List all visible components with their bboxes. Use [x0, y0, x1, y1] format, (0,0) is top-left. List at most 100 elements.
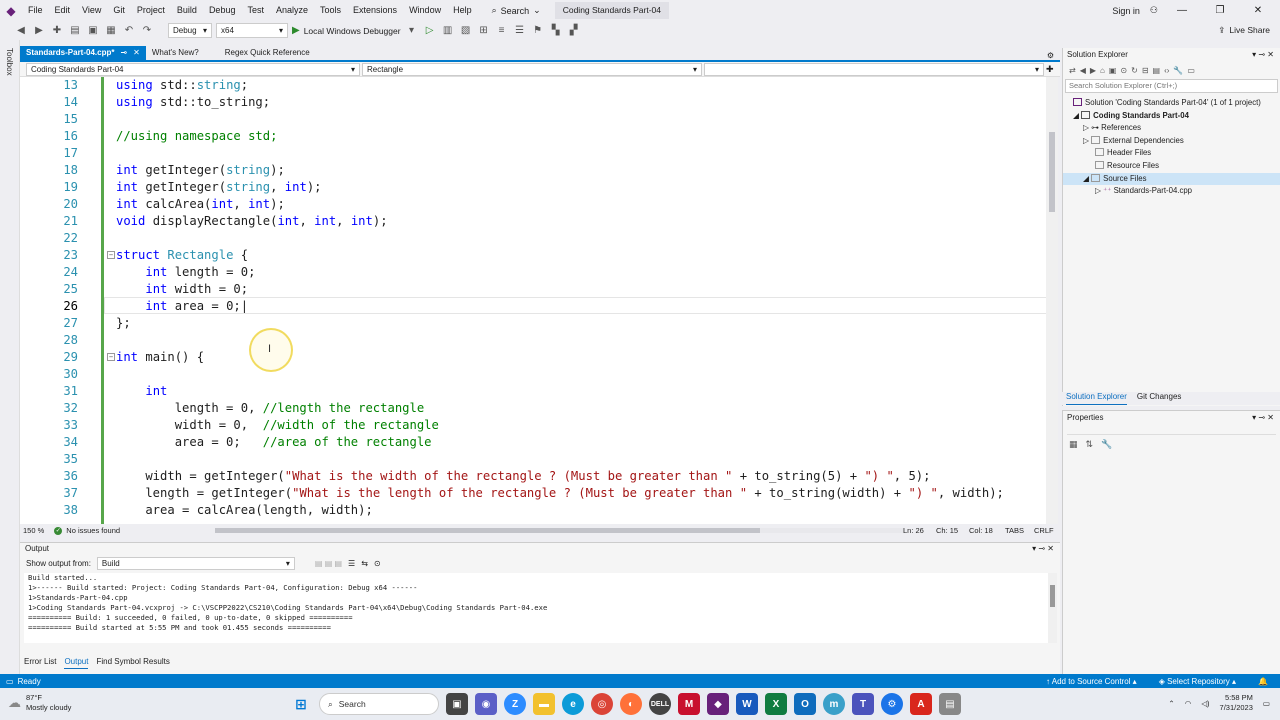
- menu-help[interactable]: Help: [447, 0, 478, 21]
- toolbar-icon[interactable]: ⊞: [477, 24, 491, 38]
- settings-app-icon[interactable]: ⚙: [881, 693, 903, 715]
- close-button[interactable]: ✕: [1244, 5, 1272, 16]
- zoom-app-icon[interactable]: Z: [504, 693, 526, 715]
- pane-controls-icon[interactable]: ▾ ⊸ ✕: [1252, 48, 1274, 62]
- tabs-status[interactable]: TABS: [1005, 526, 1024, 535]
- add-to-source-control-button[interactable]: ↑ Add to Source Control ▴: [1046, 677, 1137, 686]
- home-icon[interactable]: ⌂: [1100, 66, 1105, 75]
- bookmark-icon[interactable]: ⚑: [531, 24, 545, 38]
- minimize-button[interactable]: —: [1168, 5, 1196, 16]
- scrollbar-thumb[interactable]: [1050, 585, 1055, 607]
- toolbar-icon[interactable]: ▞: [567, 24, 581, 38]
- tree-item-resource-files[interactable]: Resource Files: [1063, 160, 1280, 173]
- redo-icon[interactable]: ↷: [140, 24, 154, 38]
- tree-item-source-files[interactable]: ◢ Source Files: [1063, 172, 1280, 186]
- volume-icon[interactable]: ◁): [1201, 699, 1209, 708]
- collapsed-icon[interactable]: ▷: [1095, 186, 1103, 195]
- menu-analyze[interactable]: Analyze: [270, 0, 314, 21]
- menu-extensions[interactable]: Extensions: [347, 0, 403, 21]
- menu-window[interactable]: Window: [403, 0, 447, 21]
- properties-object-dropdown[interactable]: [1067, 425, 1276, 435]
- platform-dropdown[interactable]: x64 ▾: [216, 23, 288, 38]
- app-icon[interactable]: ▤: [939, 693, 961, 715]
- teams-icon[interactable]: T: [852, 693, 874, 715]
- tree-item-project[interactable]: ◢ Coding Standards Part-04: [1063, 110, 1280, 123]
- start-debugging-icon[interactable]: ▶: [292, 25, 300, 36]
- notification-icon[interactable]: ▭: [1263, 699, 1270, 708]
- expanded-icon[interactable]: ◢: [1073, 111, 1081, 120]
- issues-status[interactable]: No issues found: [66, 526, 120, 535]
- sign-in-link[interactable]: Sign in: [1112, 6, 1140, 16]
- acrobat-icon[interactable]: A: [910, 693, 932, 715]
- tab-output[interactable]: Output: [64, 657, 89, 669]
- history-icon[interactable]: ⊙: [1120, 66, 1127, 75]
- tab-git-changes[interactable]: Git Changes: [1137, 392, 1181, 405]
- collapse-all-icon[interactable]: ⊟: [1142, 66, 1149, 75]
- zoom-level[interactable]: 150 %: [23, 526, 44, 535]
- menu-tools[interactable]: Tools: [314, 0, 347, 21]
- search-box[interactable]: ⌕ Search ⌄: [484, 5, 549, 16]
- local-debugger-button[interactable]: Local Windows Debugger: [304, 26, 401, 36]
- forward-icon[interactable]: ▶: [32, 24, 46, 38]
- properties-icon[interactable]: 🔧: [1173, 66, 1183, 75]
- menu-git[interactable]: Git: [107, 0, 131, 21]
- account-icon[interactable]: ⚇: [1150, 5, 1158, 16]
- settings-icon[interactable]: ⚙: [1047, 51, 1060, 60]
- save-icon[interactable]: ▣: [86, 24, 100, 38]
- toolbar-icon[interactable]: ☰: [513, 24, 527, 38]
- tree-item-references[interactable]: ▷ ⊶ References: [1063, 122, 1280, 135]
- collapse-icon[interactable]: −: [107, 251, 115, 259]
- member-dropdown[interactable]: ▾: [704, 62, 1044, 76]
- live-share-button[interactable]: ⇪ Live Share: [1218, 25, 1280, 36]
- toolbox-strip[interactable]: Toolbox: [0, 40, 20, 674]
- menu-view[interactable]: View: [76, 0, 107, 21]
- property-pages-icon[interactable]: 🔧: [1101, 439, 1112, 450]
- view-code-icon[interactable]: ‹›: [1164, 66, 1169, 75]
- tab-regex-quick-reference[interactable]: Regex Quick Reference: [219, 46, 316, 60]
- collapsed-icon[interactable]: ▷: [1083, 136, 1091, 145]
- toolbar-icon[interactable]: ▧: [459, 24, 473, 38]
- refresh-icon[interactable]: ↻: [1131, 66, 1138, 75]
- expanded-icon[interactable]: ◢: [1083, 174, 1091, 183]
- chevron-down-icon[interactable]: ▾: [405, 24, 419, 38]
- tree-item-header-files[interactable]: Header Files: [1063, 147, 1280, 160]
- task-view-icon[interactable]: ▣: [446, 693, 468, 715]
- editor-horizontal-scrollbar[interactable]: [215, 528, 905, 533]
- visual-studio-logo-icon[interactable]: ◆: [0, 0, 22, 21]
- tab-whats-new[interactable]: What's New?: [146, 46, 205, 60]
- select-repository-button[interactable]: ◈ Select Repository ▴: [1159, 677, 1236, 686]
- output-text[interactable]: Build started... 1>------ Build started: …: [24, 573, 1050, 643]
- clear-all-icon[interactable]: ☰: [348, 559, 355, 568]
- firefox-icon[interactable]: ◐: [620, 693, 642, 715]
- menu-project[interactable]: Project: [131, 0, 171, 21]
- configuration-dropdown[interactable]: Debug ▾: [168, 23, 212, 38]
- tree-item-standards-part-04-cpp[interactable]: ▷ ⁺⁺ Standards-Part-04.cpp: [1063, 185, 1280, 198]
- scope-dropdown[interactable]: Rectangle ▾: [362, 62, 702, 76]
- solution-explorer-search[interactable]: Search Solution Explorer (Ctrl+;): [1065, 79, 1278, 93]
- collapsed-icon[interactable]: ▷: [1083, 123, 1091, 132]
- tree-item-solution[interactable]: Solution 'Coding Standards Part-04' (1 o…: [1063, 97, 1280, 110]
- tab-solution-explorer[interactable]: Solution Explorer: [1066, 392, 1127, 405]
- editor-vertical-scrollbar[interactable]: [1046, 77, 1058, 524]
- tab-find-symbol-results[interactable]: Find Symbol Results: [96, 657, 169, 669]
- output-scrollbar[interactable]: [1048, 573, 1057, 643]
- word-icon[interactable]: W: [736, 693, 758, 715]
- menu-file[interactable]: File: [22, 0, 49, 21]
- close-icon[interactable]: ✕: [133, 46, 140, 60]
- clock[interactable]: 5:58 PM 7/31/2023: [1220, 693, 1253, 713]
- scrollbar-thumb[interactable]: [215, 528, 760, 533]
- weather-widget[interactable]: ☁ 87°F Mostly cloudy: [8, 693, 71, 713]
- open-folder-icon[interactable]: ▤: [68, 24, 82, 38]
- start-without-debugging-icon[interactable]: ▷: [423, 24, 437, 38]
- split-editor-icon[interactable]: ✚: [1046, 64, 1054, 75]
- preview-icon[interactable]: ▭: [1187, 66, 1195, 75]
- show-all-files-icon[interactable]: ▤: [1153, 66, 1161, 75]
- back-icon[interactable]: ◀: [1080, 66, 1086, 75]
- network-icon[interactable]: ◠: [1185, 699, 1192, 708]
- pin-icon[interactable]: ⊸: [120, 46, 127, 60]
- menu-build[interactable]: Build: [171, 0, 203, 21]
- project-dropdown[interactable]: Coding Standards Part-04 ▾: [26, 62, 360, 76]
- app-icon[interactable]: m: [823, 693, 845, 715]
- tree-item-external-dependencies[interactable]: ▷ External Dependencies: [1063, 135, 1280, 148]
- notifications-icon[interactable]: 🔔: [1258, 677, 1268, 686]
